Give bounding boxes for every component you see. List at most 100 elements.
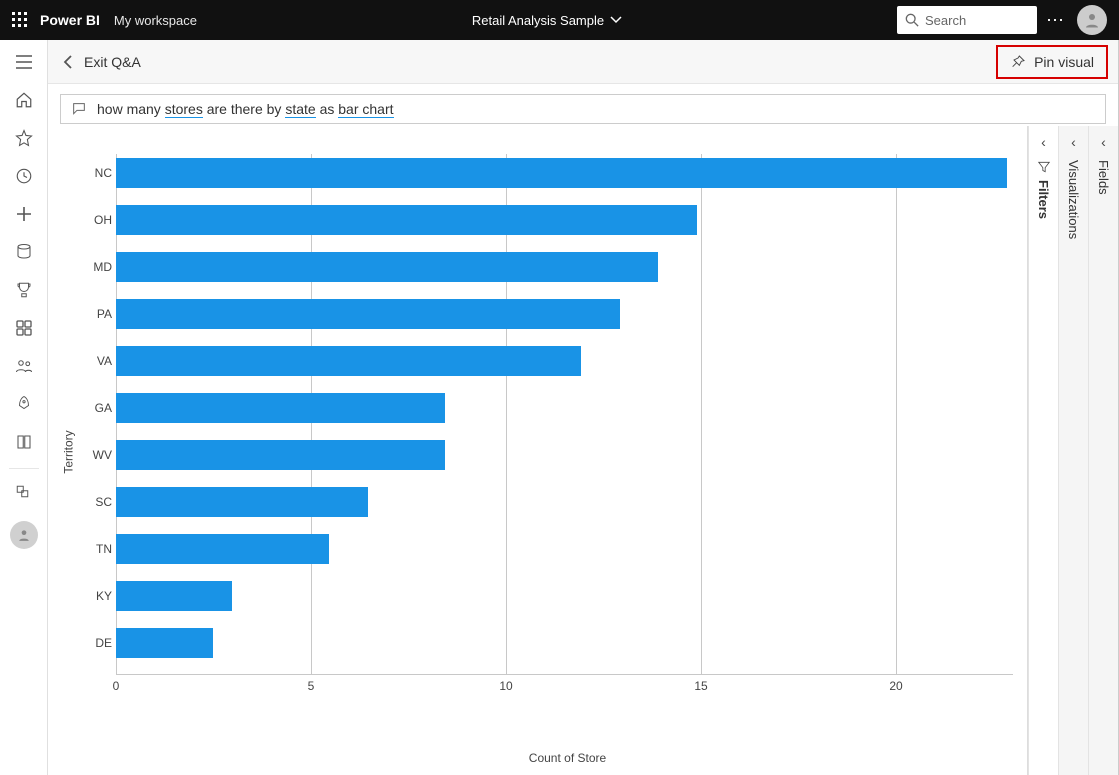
y-tick-label: TN — [82, 534, 116, 564]
y-tick-label: SC — [82, 487, 116, 517]
bar-row — [116, 440, 1007, 470]
rocket-icon — [15, 395, 33, 413]
bar-row — [116, 205, 1007, 235]
exit-qna-label: Exit Q&A — [84, 54, 141, 70]
chevron-left-icon: ‹ — [1071, 134, 1076, 150]
nav-shared-button[interactable] — [4, 348, 44, 384]
bar[interactable] — [116, 252, 658, 282]
visualizations-pane[interactable]: ‹ Visualizations — [1058, 126, 1088, 775]
people-icon — [15, 357, 33, 375]
nav-create-button[interactable] — [4, 196, 44, 232]
search-input[interactable]: Search — [897, 6, 1037, 34]
side-panes: ‹ Filters ‹ Visualizations ‹ Fields — [1027, 126, 1118, 775]
filter-icon — [1037, 160, 1051, 174]
trophy-icon — [15, 281, 33, 299]
chart-area: Territory NCOHMDPAVAGAWVSCTNKYDE 0510152… — [48, 126, 1027, 775]
filters-pane-label: Filters — [1036, 180, 1051, 219]
nav-learn-button[interactable] — [4, 424, 44, 460]
subheader: Exit Q&A Pin visual — [48, 40, 1118, 84]
bar[interactable] — [116, 534, 329, 564]
star-icon — [15, 129, 33, 147]
bar[interactable] — [116, 440, 445, 470]
fields-pane-label: Fields — [1096, 160, 1111, 195]
chevron-down-icon — [610, 14, 622, 26]
y-tick-label: NC — [82, 158, 116, 188]
book-icon — [15, 433, 33, 451]
x-tick-label: 15 — [694, 679, 707, 693]
more-options-button[interactable]: ⋯ — [1037, 10, 1073, 31]
chevron-left-icon: ‹ — [1041, 134, 1046, 150]
person-icon — [17, 528, 31, 542]
nav-divider — [9, 468, 39, 469]
bar[interactable] — [116, 628, 213, 658]
bar-row — [116, 487, 1007, 517]
profile-avatar[interactable] — [1077, 5, 1107, 35]
bar[interactable] — [116, 393, 445, 423]
bar[interactable] — [116, 581, 232, 611]
bar-row — [116, 393, 1007, 423]
plus-icon — [16, 206, 32, 222]
report-switcher[interactable]: Retail Analysis Sample — [472, 13, 622, 28]
workspace-name[interactable]: My workspace — [114, 13, 197, 28]
bar[interactable] — [116, 487, 368, 517]
nav-workspaces-button[interactable] — [4, 475, 44, 511]
qna-query-text: how many stores are there by state as ba… — [97, 101, 394, 117]
search-placeholder: Search — [925, 13, 966, 28]
nav-recent-button[interactable] — [4, 158, 44, 194]
x-tick-label: 5 — [308, 679, 315, 693]
x-axis-label: Count of Store — [56, 749, 1019, 765]
y-tick-label: VA — [82, 346, 116, 376]
report-name: Retail Analysis Sample — [472, 13, 604, 28]
nav-favorites-button[interactable] — [4, 120, 44, 156]
nav-datahub-button[interactable] — [4, 234, 44, 270]
bar[interactable] — [116, 299, 620, 329]
brand-label: Power BI — [40, 12, 100, 28]
fields-pane[interactable]: ‹ Fields — [1088, 126, 1118, 775]
nav-metrics-button[interactable] — [4, 272, 44, 308]
hamburger-icon — [16, 55, 32, 69]
bar-row — [116, 581, 1007, 611]
x-tick-label: 10 — [499, 679, 512, 693]
nav-apps-button[interactable] — [4, 310, 44, 346]
bar-row — [116, 534, 1007, 564]
apps-icon — [16, 320, 32, 336]
main-column: Exit Q&A Pin visual how many stores are … — [48, 40, 1119, 775]
database-icon — [15, 243, 33, 261]
visualizations-pane-label: Visualizations — [1066, 160, 1081, 239]
bar-row — [116, 252, 1007, 282]
qna-query-input[interactable]: how many stores are there by state as ba… — [60, 94, 1106, 124]
bar-row — [116, 299, 1007, 329]
y-tick-label: PA — [82, 299, 116, 329]
bar-row — [116, 346, 1007, 376]
nav-deploy-button[interactable] — [4, 386, 44, 422]
y-tick-label: DE — [82, 628, 116, 658]
pin-icon — [1010, 54, 1026, 70]
chevron-left-icon: ‹ — [1101, 134, 1106, 150]
y-tick-label: GA — [82, 393, 116, 423]
bar[interactable] — [116, 205, 697, 235]
waffle-icon — [12, 12, 28, 28]
qna-icon — [71, 101, 87, 117]
bar-row — [116, 158, 1007, 188]
bar[interactable] — [116, 346, 581, 376]
y-axis-label: Territory — [62, 430, 76, 473]
bar[interactable] — [116, 158, 1007, 188]
exit-qna-button[interactable]: Exit Q&A — [62, 54, 141, 70]
global-header: Power BI My workspace Retail Analysis Sa… — [0, 0, 1119, 40]
workspaces-icon — [15, 484, 33, 502]
left-nav — [0, 40, 48, 775]
y-axis-categories: NCOHMDPAVAGAWVSCTNKYDE — [82, 154, 116, 675]
filters-pane[interactable]: ‹ Filters — [1028, 126, 1058, 775]
nav-my-workspace-button[interactable] — [10, 521, 38, 549]
y-tick-label: KY — [82, 581, 116, 611]
chevron-left-icon — [62, 55, 74, 69]
search-icon — [905, 13, 919, 27]
pin-visual-button[interactable]: Pin visual — [996, 45, 1108, 79]
pin-visual-label: Pin visual — [1034, 54, 1094, 70]
nav-menu-button[interactable] — [4, 44, 44, 80]
app-launcher-button[interactable] — [0, 0, 40, 40]
y-tick-label: MD — [82, 252, 116, 282]
nav-home-button[interactable] — [4, 82, 44, 118]
y-tick-label: WV — [82, 440, 116, 470]
bar-row — [116, 628, 1007, 658]
